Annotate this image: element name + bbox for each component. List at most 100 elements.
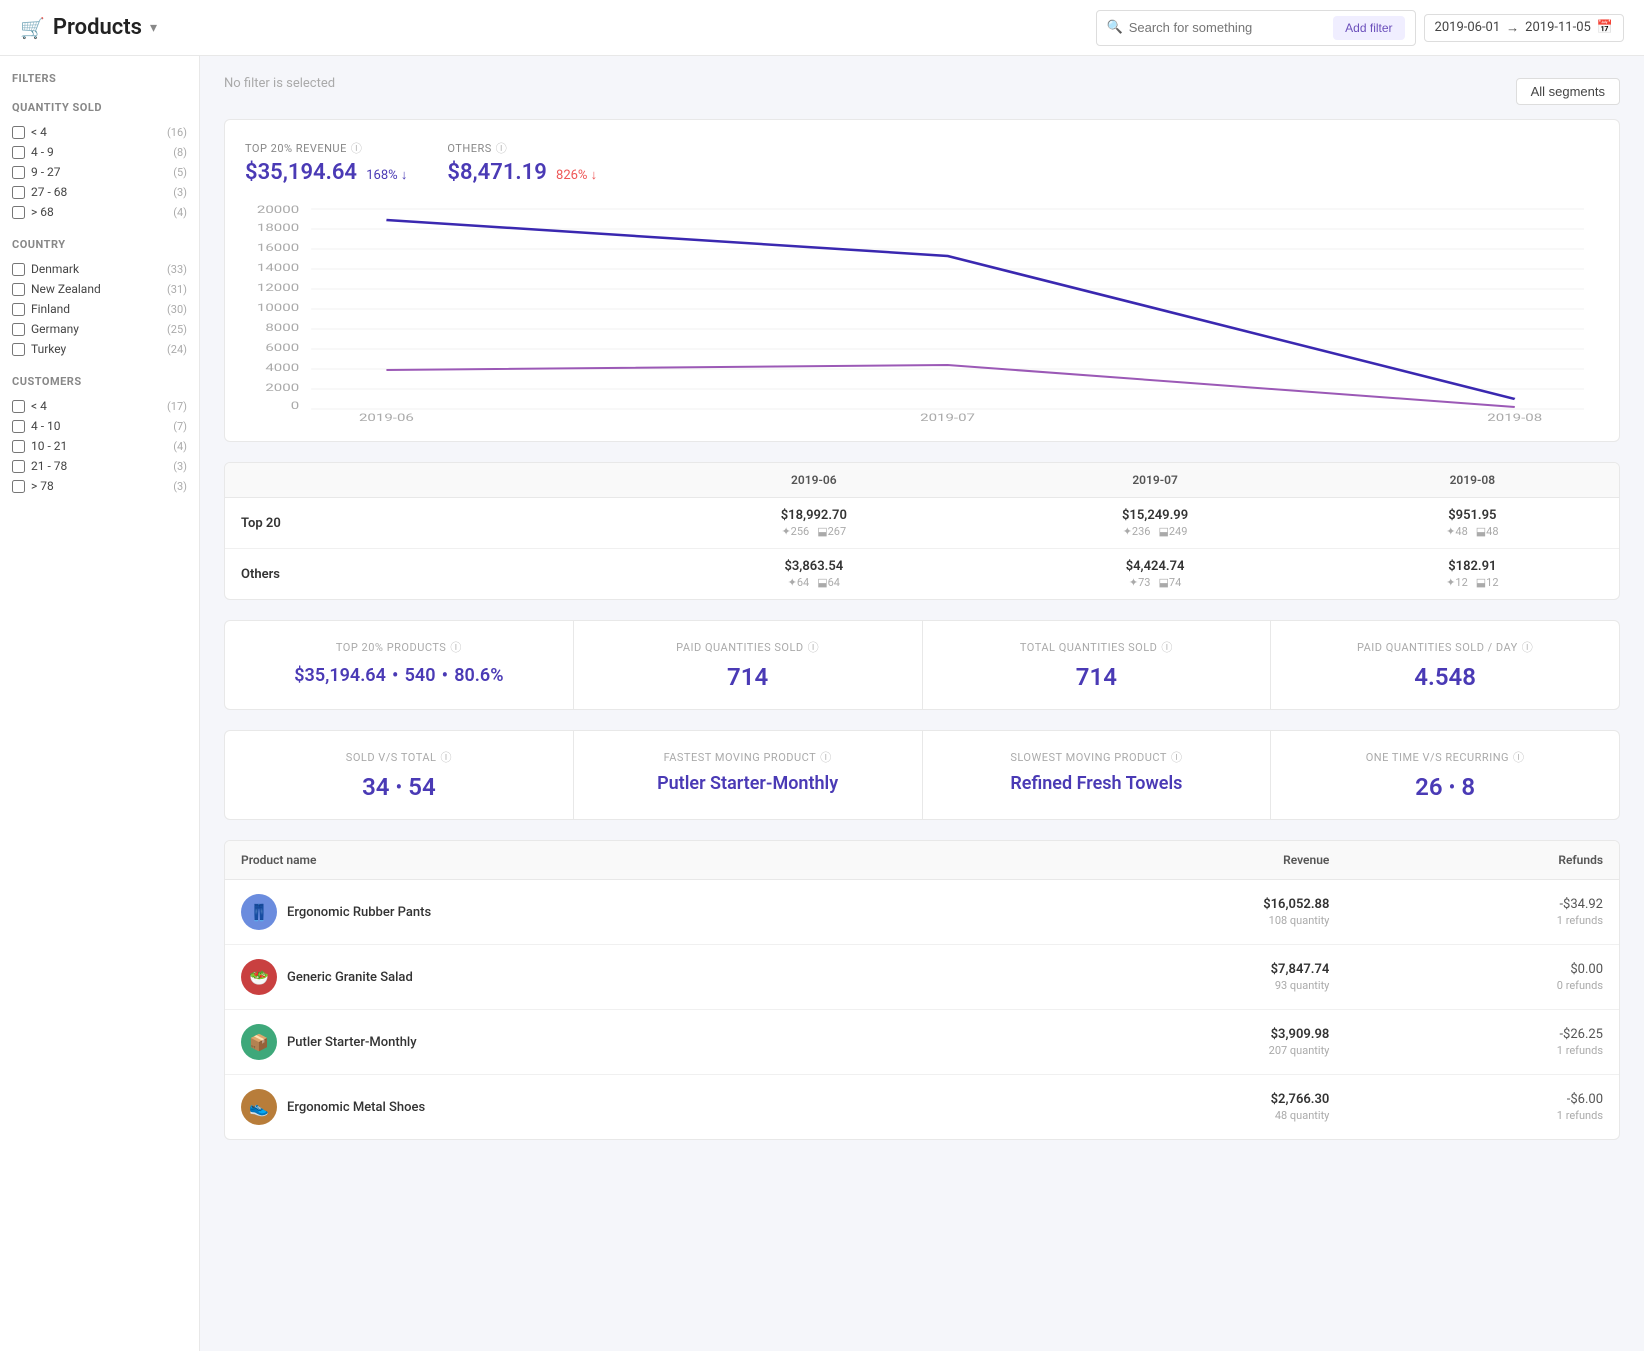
header: 🛒 Products ▾ 🔍 Add filter 2019-06-01 → 2… xyxy=(0,0,1644,56)
filter-item: 21 - 78 (3) xyxy=(12,456,187,476)
info-icon[interactable]: ⓘ xyxy=(1513,749,1525,765)
col-header-product-name: Product name xyxy=(225,841,1002,880)
slowest-product-value: Refined Fresh Towels xyxy=(943,773,1251,794)
filter-checkbox[interactable] xyxy=(12,400,25,413)
cell-top20-jul: $15,249.99 ✦236 ⬓249 xyxy=(984,498,1325,549)
date-separator: → xyxy=(1506,20,1519,36)
filter-item: Finland (30) xyxy=(12,299,187,319)
info-icon[interactable]: ⓘ xyxy=(440,749,452,765)
filter-label[interactable]: 27 - 68 xyxy=(12,185,67,199)
add-filter-button[interactable]: Add filter xyxy=(1333,16,1404,40)
filter-item: Germany (25) xyxy=(12,319,187,339)
country-filters: Denmark (33) New Zealand (31) Finland (3… xyxy=(12,259,187,359)
header-center: 🔍 Add filter 2019-06-01 → 2019-11-05 📅 xyxy=(1096,10,1624,46)
stat-onetime-vs-recurring: ONE TIME V/S RECURRING ⓘ 26 • 8 xyxy=(1271,731,1619,819)
chart-card: TOP 20% REVENUE ⓘ $35,194.64 168% ↓ OTHE… xyxy=(224,119,1620,442)
filter-checkbox[interactable] xyxy=(12,283,25,296)
filter-item: > 78 (3) xyxy=(12,476,187,496)
col-header-jun: 2019-06 xyxy=(643,463,984,498)
svg-text:18000: 18000 xyxy=(257,222,299,234)
search-bar: 🔍 Add filter xyxy=(1096,10,1416,46)
cart-icon: 🛒 xyxy=(20,16,45,40)
info-icon[interactable]: ⓘ xyxy=(820,749,832,765)
chart-header: TOP 20% REVENUE ⓘ $35,194.64 168% ↓ OTHE… xyxy=(245,140,1599,185)
stat-total-qty-sold: TOTAL QUANTITIES SOLD ⓘ 714 xyxy=(923,621,1271,709)
filter-label[interactable]: < 4 xyxy=(12,399,47,413)
product-name: Putler Starter-Monthly xyxy=(287,1035,417,1050)
filter-item: < 4 (16) xyxy=(12,122,187,142)
sidebar: FILTERS QUANTITY SOLD < 4 (16) 4 - 9 (8)… xyxy=(0,56,200,1351)
info-icon[interactable]: ⓘ xyxy=(351,140,363,156)
product-name-cell: 👖 Ergonomic Rubber Pants xyxy=(225,880,1002,945)
filter-label[interactable]: > 78 xyxy=(12,479,54,493)
info-icon[interactable]: ⓘ xyxy=(496,140,508,156)
stats-row-1: TOP 20% PRODUCTS ⓘ $35,194.64 • 540 • 80… xyxy=(224,620,1620,710)
product-refunds: -$26.25 1 refunds xyxy=(1345,1010,1619,1075)
cell-others-aug: $182.91 ✦12 ⬓12 xyxy=(1326,549,1619,600)
product-revenue: $16,052.88 108 quantity xyxy=(1002,880,1345,945)
svg-text:20000: 20000 xyxy=(257,204,299,216)
filter-item: < 4 (17) xyxy=(12,396,187,416)
stat-sold-vs-total: SOLD V/S TOTAL ⓘ 34 • 54 xyxy=(225,731,573,819)
comparison-table-card: 2019-06 2019-07 2019-08 Top 20 $18,992.7… xyxy=(224,462,1620,600)
filter-label[interactable]: Denmark xyxy=(12,262,79,276)
product-avatar: 📦 xyxy=(241,1024,277,1060)
filter-checkbox[interactable] xyxy=(12,126,25,139)
filter-label[interactable]: Finland xyxy=(12,302,70,316)
date-from: 2019-06-01 xyxy=(1435,20,1501,35)
table-row: Others $3,863.54 ✦64 ⬓64 $4,424.74 ✦73 xyxy=(225,549,1619,600)
filter-item: 27 - 68 (3) xyxy=(12,182,187,202)
row-label: Top 20 xyxy=(225,498,643,549)
filter-checkbox[interactable] xyxy=(12,420,25,433)
filter-checkbox[interactable] xyxy=(12,263,25,276)
search-input[interactable] xyxy=(1129,20,1333,35)
filter-label[interactable]: 4 - 10 xyxy=(12,419,61,433)
chart-area: 20000 18000 16000 14000 12000 10000 8000… xyxy=(245,201,1599,421)
filter-label[interactable]: Turkey xyxy=(12,342,66,356)
stats-row-2: SOLD V/S TOTAL ⓘ 34 • 54 FASTEST MOVING … xyxy=(224,730,1620,820)
filter-label[interactable]: Germany xyxy=(12,322,79,336)
info-icon[interactable]: ⓘ xyxy=(1161,639,1173,655)
filter-checkbox[interactable] xyxy=(12,206,25,219)
date-to: 2019-11-05 xyxy=(1525,20,1591,35)
filter-notice: No filter is selected xyxy=(224,76,335,91)
info-icon[interactable]: ⓘ xyxy=(1522,639,1534,655)
onetime-value: 26 xyxy=(1415,773,1442,801)
filter-label[interactable]: < 4 xyxy=(12,125,47,139)
all-segments-button[interactable]: All segments xyxy=(1516,78,1620,105)
filter-label[interactable]: 21 - 78 xyxy=(12,459,67,473)
info-icon[interactable]: ⓘ xyxy=(1171,749,1183,765)
revenue-chart: 20000 18000 16000 14000 12000 10000 8000… xyxy=(245,201,1599,421)
filter-checkbox[interactable] xyxy=(12,166,25,179)
filter-checkbox[interactable] xyxy=(12,460,25,473)
table-row: 👖 Ergonomic Rubber Pants $16,052.88 108 … xyxy=(225,880,1619,945)
svg-text:12000: 12000 xyxy=(257,282,299,294)
filter-label[interactable]: 4 - 9 xyxy=(12,145,54,159)
date-range[interactable]: 2019-06-01 → 2019-11-05 📅 xyxy=(1424,14,1624,42)
chevron-down-icon[interactable]: ▾ xyxy=(150,20,157,36)
filter-label[interactable]: > 68 xyxy=(12,205,54,219)
info-icon[interactable]: ⓘ xyxy=(450,639,462,655)
cell-others-jul: $4,424.74 ✦73 ⬓74 xyxy=(984,549,1325,600)
filter-label[interactable]: 10 - 21 xyxy=(12,439,67,453)
filter-checkbox[interactable] xyxy=(12,480,25,493)
page-title: Products xyxy=(53,15,142,40)
fastest-product-value: Putler Starter-Monthly xyxy=(594,773,902,794)
search-icon: 🔍 xyxy=(1107,20,1123,35)
filter-label[interactable]: New Zealand xyxy=(12,282,101,296)
filter-label[interactable]: 9 - 27 xyxy=(12,165,61,179)
svg-text:2019-06: 2019-06 xyxy=(359,412,414,421)
filter-checkbox[interactable] xyxy=(12,186,25,199)
calendar-icon: 📅 xyxy=(1597,20,1613,35)
others-metric: OTHERS ⓘ $8,471.19 826% ↓ xyxy=(447,140,597,185)
filter-checkbox[interactable] xyxy=(12,343,25,356)
main-content: No filter is selected All segments TOP 2… xyxy=(200,56,1644,1351)
product-avatar: 👖 xyxy=(241,894,277,930)
info-icon[interactable]: ⓘ xyxy=(808,639,820,655)
filter-checkbox[interactable] xyxy=(12,303,25,316)
product-refunds: -$6.00 1 refunds xyxy=(1345,1075,1619,1140)
filter-checkbox[interactable] xyxy=(12,440,25,453)
filter-item: 4 - 10 (7) xyxy=(12,416,187,436)
filter-checkbox[interactable] xyxy=(12,146,25,159)
filter-checkbox[interactable] xyxy=(12,323,25,336)
